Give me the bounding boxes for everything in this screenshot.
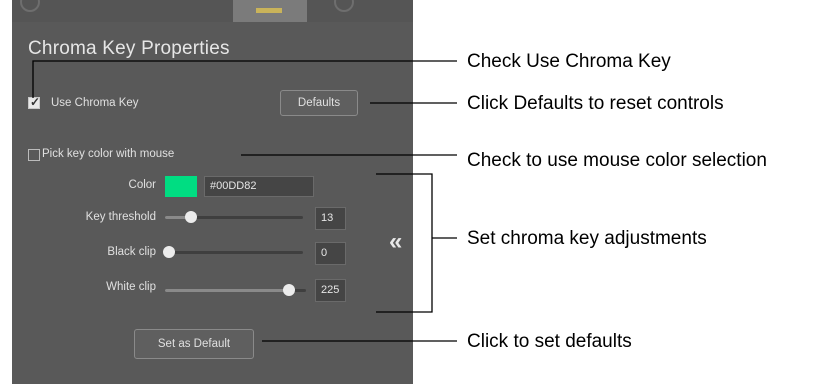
color-hex-input[interactable]: #00DD82: [204, 176, 314, 197]
annotation-defaults: Click Defaults to reset controls: [467, 93, 724, 114]
annotation-use-chroma-key: Check Use Chroma Key: [467, 51, 671, 72]
slider-thumb[interactable]: [163, 246, 175, 258]
color-swatch[interactable]: [165, 176, 197, 197]
pick-key-color-label[interactable]: Pick key color with mouse: [42, 148, 174, 160]
white-clip-input[interactable]: 225: [315, 279, 346, 302]
pick-key-color-checkbox[interactable]: [28, 149, 40, 161]
slider-fill: [165, 289, 290, 292]
panel-title: Chroma Key Properties: [28, 38, 230, 59]
set-as-default-button[interactable]: Set as Default: [134, 329, 254, 359]
black-clip-slider[interactable]: [163, 246, 303, 258]
collapse-chevrons-icon[interactable]: «: [389, 228, 402, 256]
key-threshold-slider[interactable]: [165, 211, 303, 223]
color-label: Color: [128, 179, 156, 191]
slider-thumb[interactable]: [185, 211, 198, 223]
tab-chroma-key[interactable]: [233, 0, 307, 22]
black-clip-label: Black clip: [107, 246, 156, 258]
white-clip-label: White clip: [106, 281, 156, 293]
tab-strip: [12, 0, 413, 22]
annotation-set-defaults: Click to set defaults: [467, 331, 632, 352]
annotation-adjustments: Set chroma key adjustments: [467, 228, 707, 249]
tab-circle-icon[interactable]: [20, 0, 40, 12]
key-threshold-input[interactable]: 13: [315, 207, 346, 230]
white-clip-slider[interactable]: [165, 284, 306, 296]
checkmark-icon: ✓: [30, 95, 41, 109]
annotation-mouse-selection: Check to use mouse color selection: [467, 150, 767, 171]
tab-circle-icon-right[interactable]: [334, 0, 354, 12]
key-threshold-label: Key threshold: [85, 211, 156, 223]
use-chroma-key-checkbox[interactable]: ✓: [28, 95, 41, 109]
slider-thumb[interactable]: [283, 284, 296, 296]
chroma-tab-icon: [256, 8, 282, 13]
black-clip-input[interactable]: 0: [315, 242, 346, 265]
chroma-key-panel: Chroma Key Properties ✓ Use Chroma Key D…: [12, 0, 413, 384]
use-chroma-key-label[interactable]: Use Chroma Key: [51, 97, 139, 109]
defaults-button[interactable]: Defaults: [280, 90, 358, 116]
